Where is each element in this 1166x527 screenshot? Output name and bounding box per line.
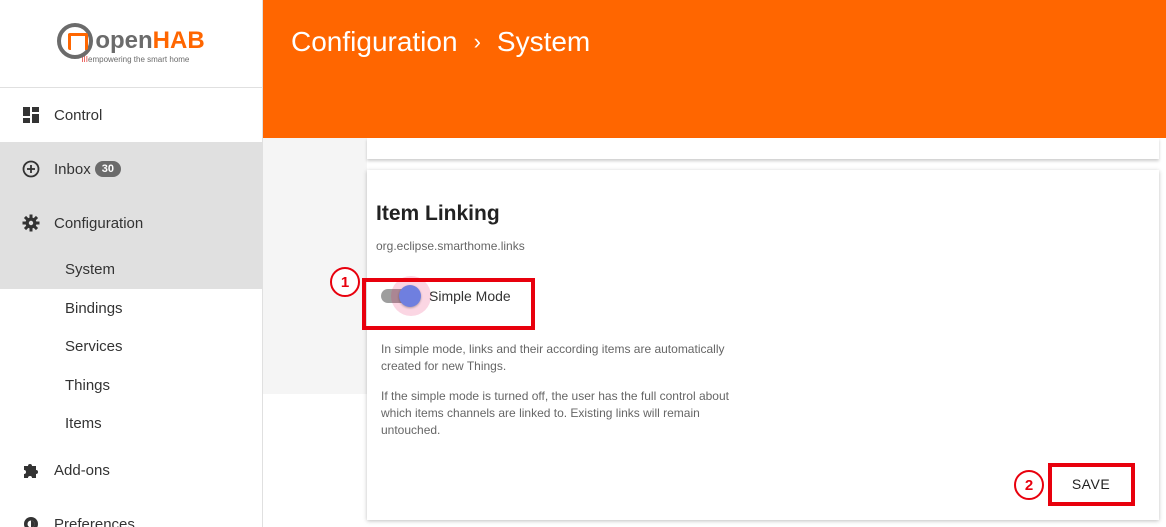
logo-hab-text: HAB bbox=[152, 27, 205, 54]
step-marker-2: 2 bbox=[1014, 470, 1044, 500]
highlight-box-toggle bbox=[362, 278, 535, 330]
openhab-logo[interactable]: openHAB IIIempowering the smart home bbox=[0, 0, 262, 88]
sidebar-subitem-label: Services bbox=[65, 338, 123, 356]
sidebar-item-label: Add-ons bbox=[54, 461, 110, 479]
simple-mode-off-description: If the simple mode is turned off, the us… bbox=[381, 389, 729, 437]
item-linking-card: Item Linking org.eclipse.smarthome.links… bbox=[367, 170, 1159, 520]
sidebar-item-label: Control bbox=[54, 106, 103, 124]
sidebar-subitem-label: Things bbox=[65, 376, 111, 394]
sidebar-item-addons[interactable]: Add-ons bbox=[0, 443, 262, 497]
breadcrumb-separator-icon: › bbox=[473, 29, 481, 54]
inbox-count-badge: 30 bbox=[94, 161, 121, 177]
puzzle-icon bbox=[22, 461, 40, 479]
breadcrumb-configuration[interactable]: Configuration bbox=[291, 26, 458, 58]
sidebar-subitem-label: Items bbox=[65, 415, 102, 433]
sidebar-item-label: Inbox bbox=[54, 160, 91, 178]
sidebar-item-preferences[interactable]: Preferences bbox=[0, 497, 262, 527]
app-header: Configuration › System bbox=[263, 0, 1166, 138]
breadcrumb: Configuration › System bbox=[291, 26, 590, 58]
gear-icon bbox=[22, 214, 40, 232]
card-title: Item Linking bbox=[376, 202, 500, 225]
simple-mode-description: In simple mode, links and their accordin… bbox=[381, 342, 725, 373]
sidebar-subitem-items[interactable]: Items bbox=[0, 405, 262, 444]
sidebar: openHAB IIIempowering the smart home Con… bbox=[0, 0, 263, 527]
sidebar-item-configuration[interactable]: Configuration bbox=[0, 196, 262, 250]
content-gutter bbox=[263, 138, 367, 394]
sidebar-subitem-bindings[interactable]: Bindings bbox=[0, 289, 262, 328]
brightness-icon bbox=[22, 515, 40, 527]
sidebar-subitem-label: Bindings bbox=[65, 299, 123, 317]
sidebar-item-label: Configuration bbox=[54, 214, 144, 232]
sidebar-item-inbox[interactable]: Inbox 30 bbox=[0, 142, 262, 196]
sidebar-subitem-system[interactable]: System bbox=[0, 250, 262, 289]
previous-card bbox=[367, 138, 1159, 159]
dashboard-icon bbox=[22, 106, 40, 124]
step-marker-1: 1 bbox=[330, 267, 360, 297]
card-subtitle: org.eclipse.smarthome.links bbox=[376, 239, 525, 253]
logo-open-text: open bbox=[95, 27, 153, 54]
breadcrumb-system: System bbox=[496, 26, 591, 57]
add-circle-icon bbox=[22, 160, 40, 178]
sidebar-subitem-things[interactable]: Things bbox=[0, 366, 262, 405]
highlight-box-save bbox=[1048, 463, 1135, 506]
sidebar-item-label: Preferences bbox=[54, 515, 135, 527]
logo-tagline: empowering the smart home bbox=[88, 55, 190, 64]
house-icon bbox=[57, 23, 94, 59]
sidebar-item-control[interactable]: Control bbox=[0, 88, 262, 142]
sidebar-subitem-services[interactable]: Services bbox=[0, 328, 262, 367]
sidebar-subitem-label: System bbox=[65, 261, 116, 278]
